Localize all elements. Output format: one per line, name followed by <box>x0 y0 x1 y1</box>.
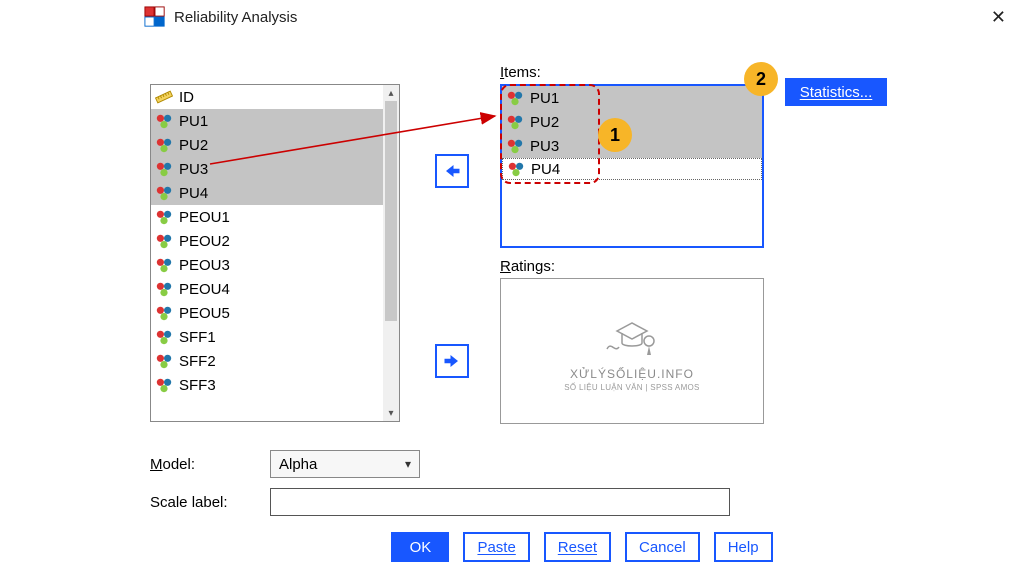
variable-name: SFF3 <box>179 377 216 394</box>
nominal-icon <box>155 280 173 298</box>
source-variable-list[interactable]: ID PU1 PU2 PU3 PU4 PEOU1 PEOU2 PEOU3 PEOU4 PEOU5 S… <box>150 84 400 422</box>
variable-row[interactable]: PU4 <box>151 181 385 205</box>
cancel-button[interactable]: Cancel <box>625 532 700 562</box>
item-name: PU3 <box>530 138 559 155</box>
variable-name: SFF1 <box>179 329 216 346</box>
variable-name: PU1 <box>179 113 208 130</box>
variable-name: PEOU2 <box>179 233 230 250</box>
nominal-icon <box>155 256 173 274</box>
variable-name: PEOU3 <box>179 257 230 274</box>
watermark-icon <box>597 311 667 361</box>
dialog-button-row: OK Paste Reset Cancel Help <box>140 532 1024 562</box>
scroll-up-icon[interactable]: ▴ <box>383 85 399 101</box>
titlebar: Reliability Analysis ✕ <box>140 0 1024 34</box>
items-row[interactable]: PU2 <box>502 110 762 134</box>
ratings-label: Ratings: <box>500 258 555 275</box>
scroll-down-icon[interactable]: ▾ <box>383 405 399 421</box>
variable-name: PU3 <box>179 161 208 178</box>
window-title: Reliability Analysis <box>174 9 297 26</box>
arrow-left-icon <box>443 162 461 180</box>
watermark-title: XỬLÝSỐLIỆU.INFO <box>570 367 694 381</box>
variable-name: PU4 <box>179 185 208 202</box>
variable-row[interactable]: PU1 <box>151 109 385 133</box>
nominal-icon <box>155 352 173 370</box>
items-row[interactable]: PU1 <box>502 86 762 110</box>
nominal-icon <box>155 304 173 322</box>
items-row[interactable]: PU4 <box>502 158 762 180</box>
scale-label-input[interactable] <box>270 488 730 516</box>
statistics-button[interactable]: Statistics... <box>785 78 887 106</box>
model-select[interactable]: Alpha ▾ <box>270 450 420 478</box>
ok-button[interactable]: OK <box>391 532 449 562</box>
nominal-icon <box>155 208 173 226</box>
watermark-subtitle: SỐ LIỆU LUẬN VĂN | SPSS AMOS <box>564 383 699 392</box>
ruler-icon <box>152 85 176 109</box>
nominal-icon <box>155 136 173 154</box>
nominal-icon <box>155 160 173 178</box>
close-button[interactable]: ✕ <box>983 4 1014 30</box>
variable-row[interactable]: PU3 <box>151 157 385 181</box>
nominal-icon <box>506 89 524 107</box>
item-name: PU4 <box>531 161 560 178</box>
reset-button[interactable]: Reset <box>544 532 611 562</box>
paste-button[interactable]: Paste <box>463 532 529 562</box>
items-row[interactable]: PU3 <box>502 134 762 158</box>
scale-label: Scale label: <box>150 494 228 511</box>
variable-name: ID <box>179 89 194 106</box>
item-name: PU1 <box>530 90 559 107</box>
nominal-icon <box>155 232 173 250</box>
items-label: Items: <box>500 64 541 81</box>
variable-name: PEOU4 <box>179 281 230 298</box>
move-to-items-button[interactable] <box>435 154 469 188</box>
variable-name: PEOU5 <box>179 305 230 322</box>
nominal-icon <box>155 112 173 130</box>
variable-row[interactable]: PEOU3 <box>151 253 385 277</box>
app-icon <box>144 6 166 28</box>
item-name: PU2 <box>530 114 559 131</box>
variable-row[interactable]: SFF1 <box>151 325 385 349</box>
help-button[interactable]: Help <box>714 532 773 562</box>
scroll-thumb[interactable] <box>385 101 397 321</box>
variable-row[interactable]: PEOU2 <box>151 229 385 253</box>
variable-row[interactable]: PEOU1 <box>151 205 385 229</box>
nominal-icon <box>507 160 525 178</box>
nominal-icon <box>506 113 524 131</box>
dialog-body: ID PU1 PU2 PU3 PU4 PEOU1 PEOU2 PEOU3 PEOU4 PEOU5 S… <box>140 34 1024 576</box>
variable-name: PEOU1 <box>179 209 230 226</box>
variable-name: SFF2 <box>179 353 216 370</box>
variable-row[interactable]: PEOU5 <box>151 301 385 325</box>
variable-row[interactable]: PU2 <box>151 133 385 157</box>
nominal-icon <box>155 376 173 394</box>
scrollbar[interactable]: ▴ ▾ <box>383 85 399 421</box>
variable-name: PU2 <box>179 137 208 154</box>
nominal-icon <box>155 184 173 202</box>
variable-row[interactable]: SFF3 <box>151 373 385 397</box>
move-to-ratings-button[interactable] <box>435 344 469 378</box>
variable-row[interactable]: PEOU4 <box>151 277 385 301</box>
model-value: Alpha <box>279 456 317 473</box>
model-label: Model: <box>150 456 195 473</box>
ratings-list[interactable]: XỬLÝSỐLIỆU.INFO SỐ LIỆU LUẬN VĂN | SPSS … <box>500 278 764 424</box>
variable-row[interactable]: SFF2 <box>151 349 385 373</box>
nominal-icon <box>506 137 524 155</box>
arrow-right-icon <box>443 352 461 370</box>
nominal-icon <box>155 328 173 346</box>
chevron-down-icon: ▾ <box>405 457 411 471</box>
items-list[interactable]: PU1 PU2 PU3 PU4 <box>500 84 764 248</box>
variable-row[interactable]: ID <box>151 85 385 109</box>
